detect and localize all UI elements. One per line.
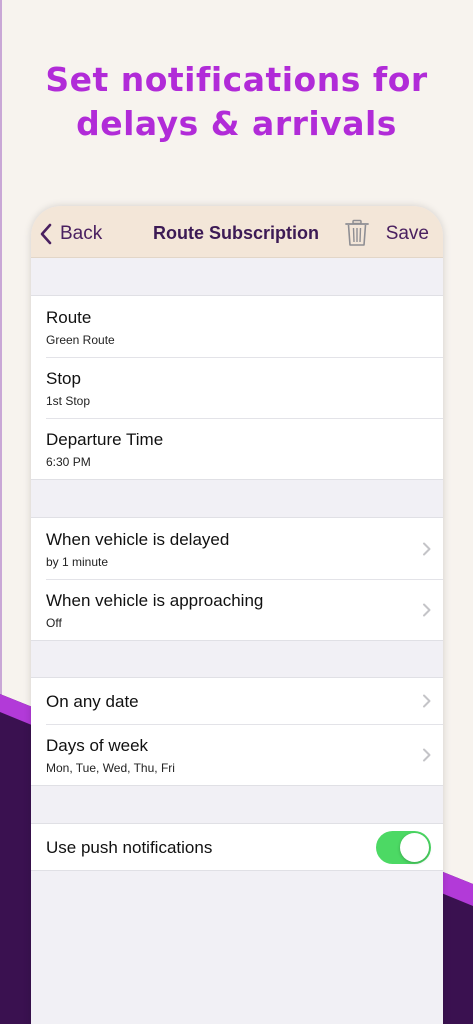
- back-label: Back: [60, 223, 103, 244]
- days-of-week-value: Mon, Tue, Wed, Thu, Fri: [46, 761, 175, 775]
- route-row[interactable]: Route Green Route: [31, 296, 443, 357]
- chevron-right-icon: [423, 542, 431, 556]
- back-button[interactable]: Back: [39, 222, 102, 246]
- delayed-row[interactable]: When vehicle is delayed by 1 minute: [31, 518, 443, 579]
- approaching-row[interactable]: When vehicle is approaching Off: [31, 579, 443, 640]
- details-group: Route Green Route Stop 1st Stop Departur…: [31, 295, 443, 480]
- approaching-title: When vehicle is approaching: [46, 591, 264, 610]
- days-of-week-title: Days of week: [46, 736, 149, 755]
- chevron-right-icon: [423, 694, 431, 708]
- any-date-label: On any date: [46, 692, 139, 711]
- chevron-right-icon: [423, 603, 431, 617]
- push-notifications-toggle[interactable]: [376, 831, 431, 864]
- route-value: Green Route: [46, 333, 115, 347]
- departure-time-title: Departure Time: [46, 430, 164, 449]
- route-title: Route: [46, 308, 92, 327]
- delayed-title: When vehicle is delayed: [46, 530, 230, 549]
- nav-title: Route Subscription: [153, 223, 319, 243]
- headline-line-1: Set notifications for: [45, 60, 428, 99]
- stop-value: 1st Stop: [46, 394, 91, 408]
- headline: Set notifications for delays & arrivals: [0, 58, 473, 146]
- toggle-knob: [400, 833, 429, 862]
- delayed-value: by 1 minute: [46, 555, 109, 569]
- any-date-row[interactable]: On any date: [31, 678, 443, 724]
- stop-row[interactable]: Stop 1st Stop: [31, 357, 443, 418]
- navigation-bar: Back Route Subscription Save: [31, 206, 443, 258]
- alerts-group: When vehicle is delayed by 1 minute When…: [31, 517, 443, 641]
- chevron-left-icon: [40, 223, 52, 245]
- departure-time-row[interactable]: Departure Time 6:30 PM: [31, 418, 443, 479]
- push-notifications-label: Use push notifications: [46, 838, 213, 857]
- phone-screen: Back Route Subscription Save Route Green…: [31, 206, 443, 1024]
- chevron-right-icon: [423, 748, 431, 762]
- trash-icon[interactable]: [344, 219, 370, 247]
- schedule-group: On any date Days of week Mon, Tue, Wed, …: [31, 677, 443, 786]
- save-button[interactable]: Save: [386, 223, 429, 245]
- stop-title: Stop: [46, 369, 81, 388]
- headline-line-2: delays & arrivals: [76, 104, 397, 143]
- days-of-week-row[interactable]: Days of week Mon, Tue, Wed, Thu, Fri: [31, 724, 443, 785]
- approaching-value: Off: [46, 616, 62, 630]
- push-group: Use push notifications: [31, 823, 443, 871]
- push-notifications-row: Use push notifications: [31, 824, 443, 870]
- departure-time-value: 6:30 PM: [46, 455, 91, 469]
